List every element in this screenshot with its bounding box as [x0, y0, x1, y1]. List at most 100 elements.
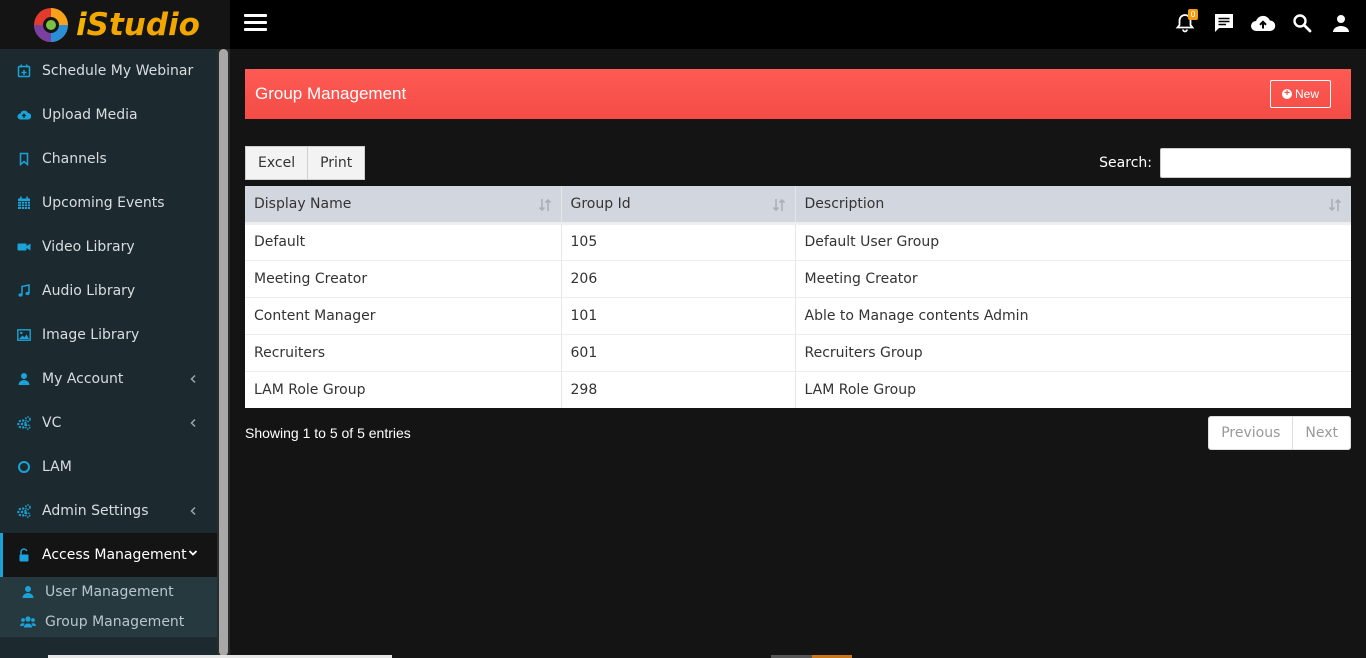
- users-icon: [20, 615, 36, 629]
- notification-bell-button[interactable]: 0: [1172, 9, 1198, 36]
- cogs-icon: [17, 504, 31, 518]
- sidebar-item-label: Upload Media: [42, 107, 138, 123]
- column-header-label: Description: [804, 195, 885, 212]
- cell-display-name: Meeting Creator: [245, 260, 562, 298]
- sidebar-item-image-library[interactable]: Image Library: [0, 313, 217, 357]
- chevron-left-icon[interactable]: [186, 372, 200, 386]
- cell-display-name: Recruiters: [245, 334, 562, 372]
- top-navbar: 0: [230, 0, 1366, 49]
- table-row[interactable]: Content Manager 101 Able to Manage conte…: [245, 297, 1351, 335]
- sidebar-item-audio-library[interactable]: Audio Library: [0, 269, 217, 313]
- export-buttons: Excel Print: [245, 146, 366, 180]
- search-button[interactable]: [1289, 10, 1315, 36]
- print-button[interactable]: Print: [308, 146, 366, 180]
- chat-icon: [1215, 14, 1233, 32]
- circle-icon: [17, 460, 31, 474]
- sidebar-item-my-account[interactable]: My Account: [0, 357, 217, 401]
- search-area: Search:: [1099, 148, 1351, 178]
- group-table: Display Name Group Id Description Defaul…: [245, 186, 1351, 408]
- sidebar-item-label: Schedule My Webinar: [42, 63, 194, 79]
- sidebar-item-video-library[interactable]: Video Library: [0, 225, 217, 269]
- user-profile-button[interactable]: [1328, 10, 1354, 36]
- next-page-button[interactable]: Next: [1293, 416, 1351, 450]
- logo-emblem-icon: [34, 7, 68, 42]
- music-note-icon: [17, 284, 31, 298]
- cell-group-id: 101: [561, 297, 796, 335]
- column-header-description[interactable]: Description: [795, 186, 1351, 223]
- main-content: Group Management + New Excel Print Searc…: [245, 69, 1351, 450]
- page-header: Group Management + New: [245, 69, 1351, 119]
- sidebar-item-label: Access Management: [42, 547, 187, 563]
- cogs-icon: [17, 416, 31, 430]
- excel-button[interactable]: Excel: [245, 146, 309, 180]
- table-header-row: Display Name Group Id Description: [245, 186, 1351, 223]
- sidebar-item-label: Image Library: [42, 327, 140, 343]
- calendar-plus-icon: [17, 64, 31, 78]
- table-toolbar: Excel Print Search:: [245, 146, 1351, 180]
- sidebar-scrollbar[interactable]: [217, 49, 230, 658]
- search-input[interactable]: [1160, 148, 1351, 178]
- video-camera-icon: [17, 240, 31, 254]
- column-header-label: Group Id: [570, 195, 631, 212]
- column-header-display-name[interactable]: Display Name: [245, 186, 562, 223]
- chevron-down-icon[interactable]: [186, 546, 200, 560]
- search-icon: [1293, 14, 1312, 33]
- cloud-upload-icon: [17, 108, 31, 122]
- table-row[interactable]: LAM Role Group 298 LAM Role Group: [245, 371, 1351, 408]
- sidebar-nav: Schedule My Webinar Upload Media Channel…: [0, 49, 217, 658]
- cell-group-id: 601: [561, 334, 796, 372]
- chevron-left-icon[interactable]: [186, 504, 200, 518]
- sidebar-item-admin-settings[interactable]: Admin Settings: [0, 489, 217, 533]
- new-group-button[interactable]: + New: [1270, 80, 1331, 108]
- upload-button[interactable]: [1250, 10, 1276, 36]
- sidebar-item-access-management[interactable]: Access Management: [0, 533, 217, 577]
- table-row[interactable]: Meeting Creator 206 Meeting Creator: [245, 260, 1351, 298]
- sidebar-subitem-group-management[interactable]: Group Management: [0, 607, 217, 637]
- page-title: Group Management: [255, 84, 407, 103]
- table-row[interactable]: Recruiters 601 Recruiters Group: [245, 334, 1351, 372]
- chevron-left-icon[interactable]: [186, 416, 200, 430]
- table-footer: Showing 1 to 5 of 5 entries Previous Nex…: [245, 416, 1351, 450]
- sort-icon: [1328, 198, 1342, 212]
- image-icon: [17, 328, 31, 342]
- sidebar-item-schedule-my-webinar[interactable]: Schedule My Webinar: [0, 49, 217, 93]
- user-icon: [1333, 15, 1349, 32]
- sidebar-item-label: Channels: [42, 151, 107, 167]
- sidebar-item-label: My Account: [42, 371, 124, 387]
- sidebar-item-lam[interactable]: LAM: [0, 445, 217, 489]
- cloud-upload-icon: [1251, 15, 1276, 31]
- table-row[interactable]: Default 105 Default User Group: [245, 223, 1351, 261]
- user-icon: [17, 372, 31, 386]
- sidebar-item-channels[interactable]: Channels: [0, 137, 217, 181]
- sidebar-item-upcoming-events[interactable]: Upcoming Events: [0, 181, 217, 225]
- column-header-label: Display Name: [254, 195, 352, 212]
- sidebar-subitem-label: User Management: [45, 584, 174, 600]
- top-actions: 0: [1172, 9, 1354, 36]
- sidebar-item-vc[interactable]: VC: [0, 401, 217, 445]
- sidebar-item-label: LAM: [42, 459, 72, 475]
- cell-display-name: Content Manager: [245, 297, 562, 335]
- sort-icon: [538, 198, 551, 212]
- cell-description: Able to Manage contents Admin: [795, 297, 1351, 335]
- cell-display-name: Default: [245, 223, 562, 261]
- hamburger-menu-icon[interactable]: [244, 14, 267, 33]
- unlock-icon: [17, 548, 31, 562]
- sidebar-subitem-label: Group Management: [45, 614, 185, 630]
- cell-group-id: 298: [561, 371, 796, 408]
- brand-logo[interactable]: iStudio: [0, 0, 230, 49]
- notification-badge: 0: [1188, 9, 1198, 20]
- cell-description: LAM Role Group: [804, 381, 916, 398]
- column-header-group-id[interactable]: Group Id: [561, 186, 796, 223]
- previous-page-button[interactable]: Previous: [1208, 416, 1294, 450]
- new-button-label: New: [1294, 87, 1319, 101]
- cell-group-id: 105: [561, 223, 796, 261]
- sidebar-subitem-user-management[interactable]: User Management: [0, 577, 217, 607]
- messages-button[interactable]: [1211, 10, 1237, 36]
- sidebar-item-upload-media[interactable]: Upload Media: [0, 93, 217, 137]
- bookmark-icon: [17, 152, 31, 166]
- sidebar-item-label: Upcoming Events: [42, 195, 165, 211]
- brand-name: iStudio: [76, 6, 200, 43]
- sidebar-item-label: VC: [42, 415, 62, 431]
- sidebar-scrollbar-thumb[interactable]: [219, 49, 228, 656]
- search-label: Search:: [1099, 155, 1152, 171]
